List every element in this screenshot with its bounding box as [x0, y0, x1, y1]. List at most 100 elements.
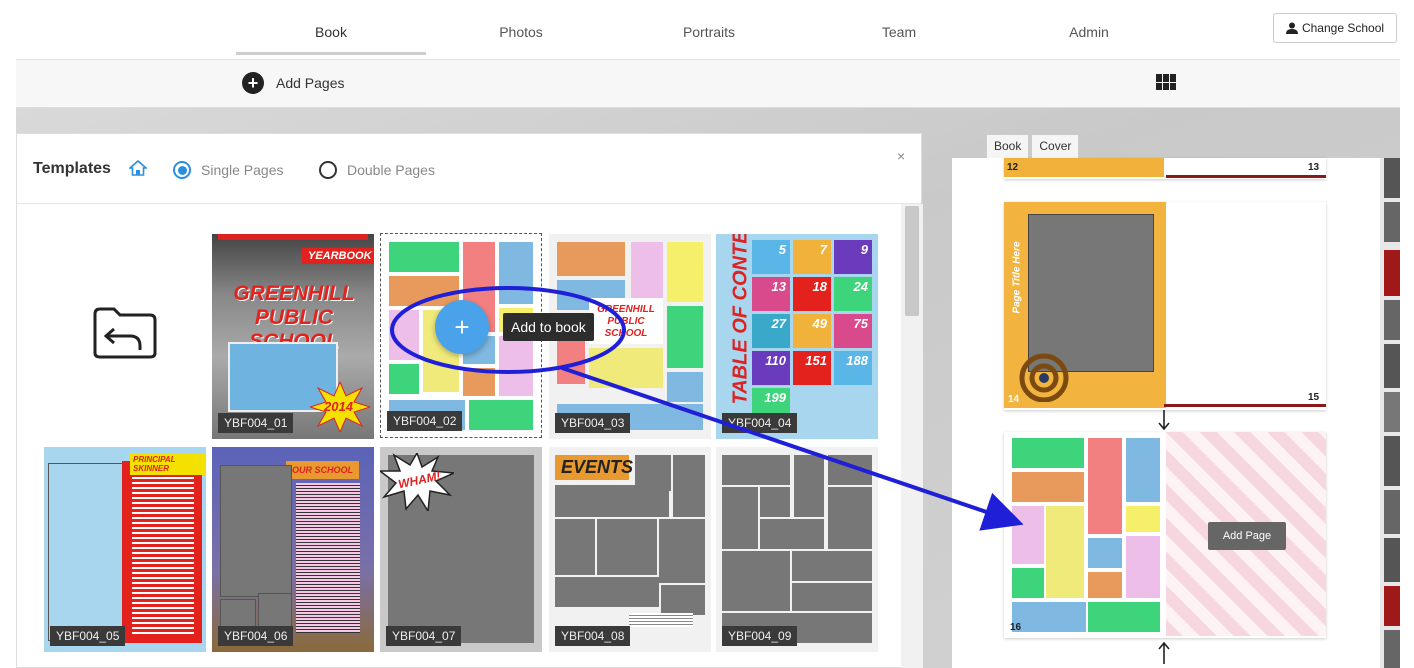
- color-block: [1126, 438, 1160, 502]
- card-heading: EVENTS: [555, 455, 633, 480]
- grid-view-icon[interactable]: [1156, 74, 1176, 90]
- page-title-text: Page Title Here: [1011, 241, 1023, 314]
- arrow-up-icon: [1158, 642, 1170, 664]
- toc-number-tile: 7: [793, 240, 831, 274]
- photo-placeholder: [659, 519, 705, 583]
- text-lines: [132, 477, 194, 635]
- swirl-decoration: [1019, 353, 1069, 402]
- toc-number-tile: 27: [752, 314, 790, 348]
- template-card-ybf004-09[interactable]: YBF004_09: [716, 447, 878, 652]
- minimap-thumb: [1384, 344, 1400, 388]
- card-heading: OUR SCHOOL: [286, 461, 360, 479]
- photo-placeholder: [760, 519, 824, 549]
- home-icon[interactable]: [129, 160, 147, 176]
- minimap-thumb: [1384, 630, 1400, 668]
- photo-placeholder: [673, 455, 705, 517]
- photo-placeholder: [792, 551, 872, 581]
- double-pages-label: Double Pages: [347, 162, 435, 178]
- color-block: [1012, 506, 1044, 564]
- color-block: [389, 310, 419, 360]
- add-page-button[interactable]: Add Page: [1208, 522, 1286, 550]
- book-cover-tabs: Book Cover: [986, 134, 1080, 158]
- add-pages-button[interactable]: + Add Pages: [242, 72, 345, 94]
- toc-number-tile: 49: [793, 314, 831, 348]
- photo-placeholder: [760, 487, 790, 517]
- template-card-ybf004-04[interactable]: TABLE OF CONTENT 5 7 9 13 18 24 27 49 75 110 151 18…: [716, 234, 878, 439]
- page-number: 15: [1308, 392, 1320, 403]
- scroll-thumb[interactable]: [905, 206, 919, 316]
- single-pages-radio[interactable]: Single Pages: [173, 161, 284, 179]
- minimap-thumb: [1384, 586, 1400, 626]
- toc-number-tile: 5: [752, 240, 790, 274]
- tab-team[interactable]: Team: [804, 24, 994, 40]
- template-card-ybf004-06[interactable]: OUR SCHOOL YBF004_06: [212, 447, 374, 652]
- template-card-ybf004-05[interactable]: PRINCIPAL SKINNER YBF004_05: [44, 447, 206, 652]
- photo-placeholder: [792, 583, 872, 611]
- user-icon: [1285, 22, 1298, 34]
- templates-title: Templates: [33, 160, 111, 177]
- tab-cover-preview[interactable]: Cover: [1031, 134, 1080, 158]
- folder-undo-icon: [93, 307, 157, 359]
- card-heading: PRINCIPAL SKINNER: [130, 453, 206, 475]
- toc-number-tile: 151: [793, 351, 831, 385]
- photo-placeholder: [1028, 214, 1154, 372]
- color-block: [667, 372, 703, 402]
- photo-placeholder: [555, 485, 669, 517]
- photo-placeholder: [661, 585, 705, 615]
- minimap-thumb: [1384, 202, 1400, 242]
- template-label: YBF004_01: [218, 413, 294, 433]
- photo-placeholder: [48, 463, 124, 641]
- color-block: [589, 348, 663, 388]
- folder-back-card[interactable]: [44, 234, 204, 437]
- add-to-book-button[interactable]: +: [435, 300, 489, 354]
- card-heading: YEARBOOK: [302, 248, 374, 264]
- change-school-button[interactable]: Change School: [1273, 13, 1397, 43]
- template-card-ybf004-01[interactable]: YEARBOOK GREENHILL PUBLIC SCHOOL 2014 YB…: [212, 234, 374, 439]
- templates-scrollbar[interactable]: [901, 204, 923, 668]
- tab-book-preview[interactable]: Book: [986, 134, 1030, 158]
- minimap-thumb: [1384, 158, 1400, 198]
- minimap-thumb: [1384, 250, 1400, 296]
- color-block: [667, 242, 703, 302]
- add-pages-label: Add Pages: [276, 75, 345, 91]
- photo-placeholder: [555, 577, 659, 607]
- page-minimap[interactable]: [1380, 158, 1400, 668]
- tab-photos[interactable]: Photos: [426, 24, 616, 40]
- minimap-thumb: [1384, 490, 1400, 534]
- toc-number-tile: 13: [752, 277, 790, 311]
- template-label: YBF004_09: [722, 626, 798, 646]
- close-panel-button[interactable]: ×: [897, 148, 905, 164]
- photo-placeholder: [828, 455, 872, 485]
- photo-placeholder: [597, 519, 657, 575]
- templates-header: Templates Single Pages Double Pages ×: [17, 134, 921, 204]
- template-card-ybf004-07[interactable]: WHAM! YBF004_07: [380, 447, 542, 652]
- color-block: [1088, 538, 1122, 568]
- color-block: [1012, 568, 1044, 598]
- toc-number-tile: 9: [834, 240, 872, 274]
- color-block: [463, 368, 495, 396]
- photo-placeholder: [828, 487, 872, 549]
- color-block: [469, 400, 533, 430]
- minimap-thumb: [1384, 436, 1400, 486]
- page-number: 13: [1308, 162, 1320, 173]
- color-block: [1088, 572, 1122, 598]
- change-school-label: Change School: [1301, 21, 1385, 35]
- color-block: [389, 276, 459, 306]
- minimap-thumb: [1384, 392, 1400, 432]
- template-card-ybf004-08[interactable]: EVENTS YBF004_08: [549, 447, 711, 652]
- page-right-rule: [1164, 404, 1326, 407]
- arrow-down-icon: [1158, 410, 1170, 430]
- tab-portraits[interactable]: Portraits: [614, 24, 804, 40]
- toc-number-tile: 75: [834, 314, 872, 348]
- page-spread-12-13[interactable]: 12 13: [1004, 158, 1326, 179]
- page-spread-14-15[interactable]: Page Title Here 14 15: [1004, 202, 1326, 410]
- toc-number-tile: 110: [752, 351, 790, 385]
- color-block: [1126, 536, 1160, 598]
- template-label: YBF004_03: [555, 413, 631, 433]
- tab-book[interactable]: Book: [236, 24, 426, 40]
- page-number: 12: [1007, 162, 1019, 173]
- template-label: YBF004_04: [722, 413, 798, 433]
- tab-admin[interactable]: Admin: [994, 24, 1184, 40]
- photo-placeholder: [722, 551, 790, 611]
- double-pages-radio[interactable]: Double Pages: [319, 161, 435, 179]
